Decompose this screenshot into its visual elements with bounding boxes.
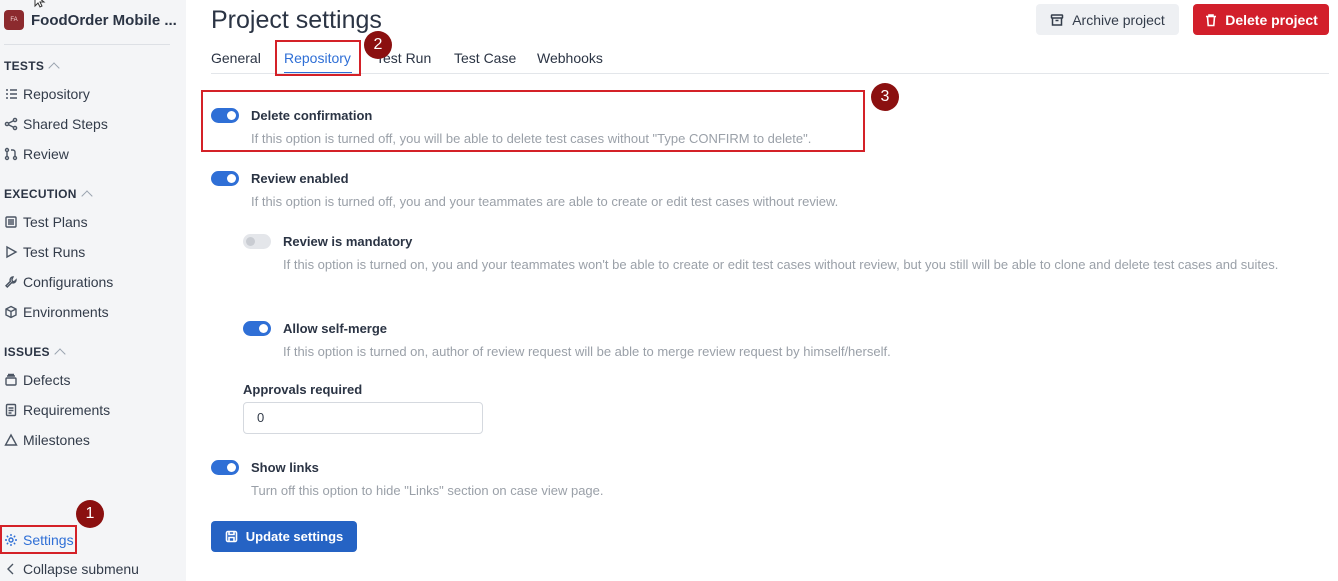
section-label: TESTS [4,59,45,73]
sidebar-item-label: Requirements [23,402,111,418]
project-name: FoodOrder Mobile ... [31,11,177,29]
approvals-required-input[interactable]: 0 [243,402,483,434]
checklist-icon [5,216,17,228]
sidebar-item-test-plans[interactable]: Test Plans [4,212,88,232]
archive-icon [1050,13,1064,26]
annotation-badge-3: 3 [871,83,899,111]
annotation-badge-1: 1 [76,500,104,528]
annotation-badge-2: 2 [364,31,392,59]
triangle-icon [4,433,18,446]
highlight-box-repository-tab [275,40,361,76]
tabs-divider [211,73,1329,74]
page-title: Project settings [211,6,382,34]
sidebar-item-shared-steps[interactable]: Shared Steps [4,114,108,134]
highlight-box-settings [0,525,77,554]
chevron-up-icon [48,62,60,74]
archive-project-button[interactable]: Archive project [1036,4,1179,35]
share-icon [4,117,18,131]
tab-webhooks[interactable]: Webhooks [537,50,603,66]
allow-self-merge-label: Allow self-merge [283,321,388,336]
collapse-submenu-button[interactable]: Collapse submenu [4,559,139,579]
chevron-up-icon [54,348,66,360]
sidebar-item-review[interactable]: Review [4,144,69,164]
section-label: EXECUTION [4,187,77,201]
document-icon [5,403,17,417]
sidebar-item-defects[interactable]: Defects [4,370,70,390]
sidebar-item-label: Milestones [23,432,90,448]
update-settings-label: Update settings [245,529,344,544]
sidebar-item-label: Test Runs [23,244,86,260]
project-switcher[interactable]: FA FoodOrder Mobile ... [4,10,177,30]
section-issues[interactable]: ISSUES [4,345,66,360]
collapse-label: Collapse submenu [23,561,139,577]
chevron-up-icon [81,190,93,202]
show-links-description: Turn off this option to hide "Links" sec… [251,483,604,498]
sidebar-item-label: Repository [23,86,90,102]
sidebar-item-label: Shared Steps [23,116,108,132]
sidebar-item-repository[interactable]: Repository [4,84,90,104]
approvals-required-label: Approvals required [243,382,363,397]
update-settings-button[interactable]: Update settings [211,521,357,552]
tab-test-case[interactable]: Test Case [454,50,516,66]
sidebar-item-label: Defects [23,372,71,388]
pull-request-icon [4,147,18,161]
list-tree-icon [6,89,17,99]
section-tests[interactable]: TESTS [4,59,60,74]
review-mandatory-description: If this option is turned on, you and you… [283,257,1279,272]
delete-project-button[interactable]: Delete project [1193,4,1329,35]
sidebar: FA FoodOrder Mobile ... TESTS Repository… [0,0,186,581]
sidebar-divider [4,44,170,45]
play-icon [6,245,18,259]
sidebar-item-requirements[interactable]: Requirements [4,400,110,420]
section-execution[interactable]: EXECUTION [4,187,93,202]
cube-icon [5,305,17,319]
review-mandatory-toggle[interactable] [243,234,271,249]
sidebar-item-milestones[interactable]: Milestones [4,430,90,450]
wrench-icon [5,276,17,288]
project-logo: FA [4,10,24,30]
sidebar-item-configurations[interactable]: Configurations [4,272,113,292]
tab-general[interactable]: General [211,50,261,66]
allow-self-merge-description: If this option is turned on, author of r… [283,344,891,359]
delete-label: Delete project [1225,11,1318,28]
show-links-toggle[interactable] [211,460,239,475]
show-links-label: Show links [251,460,319,475]
trash-icon [1206,13,1217,26]
review-enabled-toggle[interactable] [211,171,239,186]
highlight-box-delete-confirmation [201,90,865,152]
sidebar-item-label: Review [23,146,69,162]
review-enabled-label: Review enabled [251,171,349,186]
sidebar-item-test-runs[interactable]: Test Runs [4,242,85,262]
review-enabled-description: If this option is turned off, you and yo… [251,194,839,209]
sidebar-item-label: Configurations [23,274,114,290]
save-icon [225,530,238,543]
sidebar-item-label: Test Plans [23,214,88,230]
section-label: ISSUES [4,345,50,359]
sidebar-item-label: Environments [23,304,109,320]
chevron-left-icon [7,563,14,575]
allow-self-merge-toggle[interactable] [243,321,271,336]
archive-label: Archive project [1072,11,1165,28]
sidebar-item-environments[interactable]: Environments [4,302,109,322]
mouse-cursor-icon [34,0,46,8]
stack-icon [5,373,17,386]
review-mandatory-label: Review is mandatory [283,234,413,249]
